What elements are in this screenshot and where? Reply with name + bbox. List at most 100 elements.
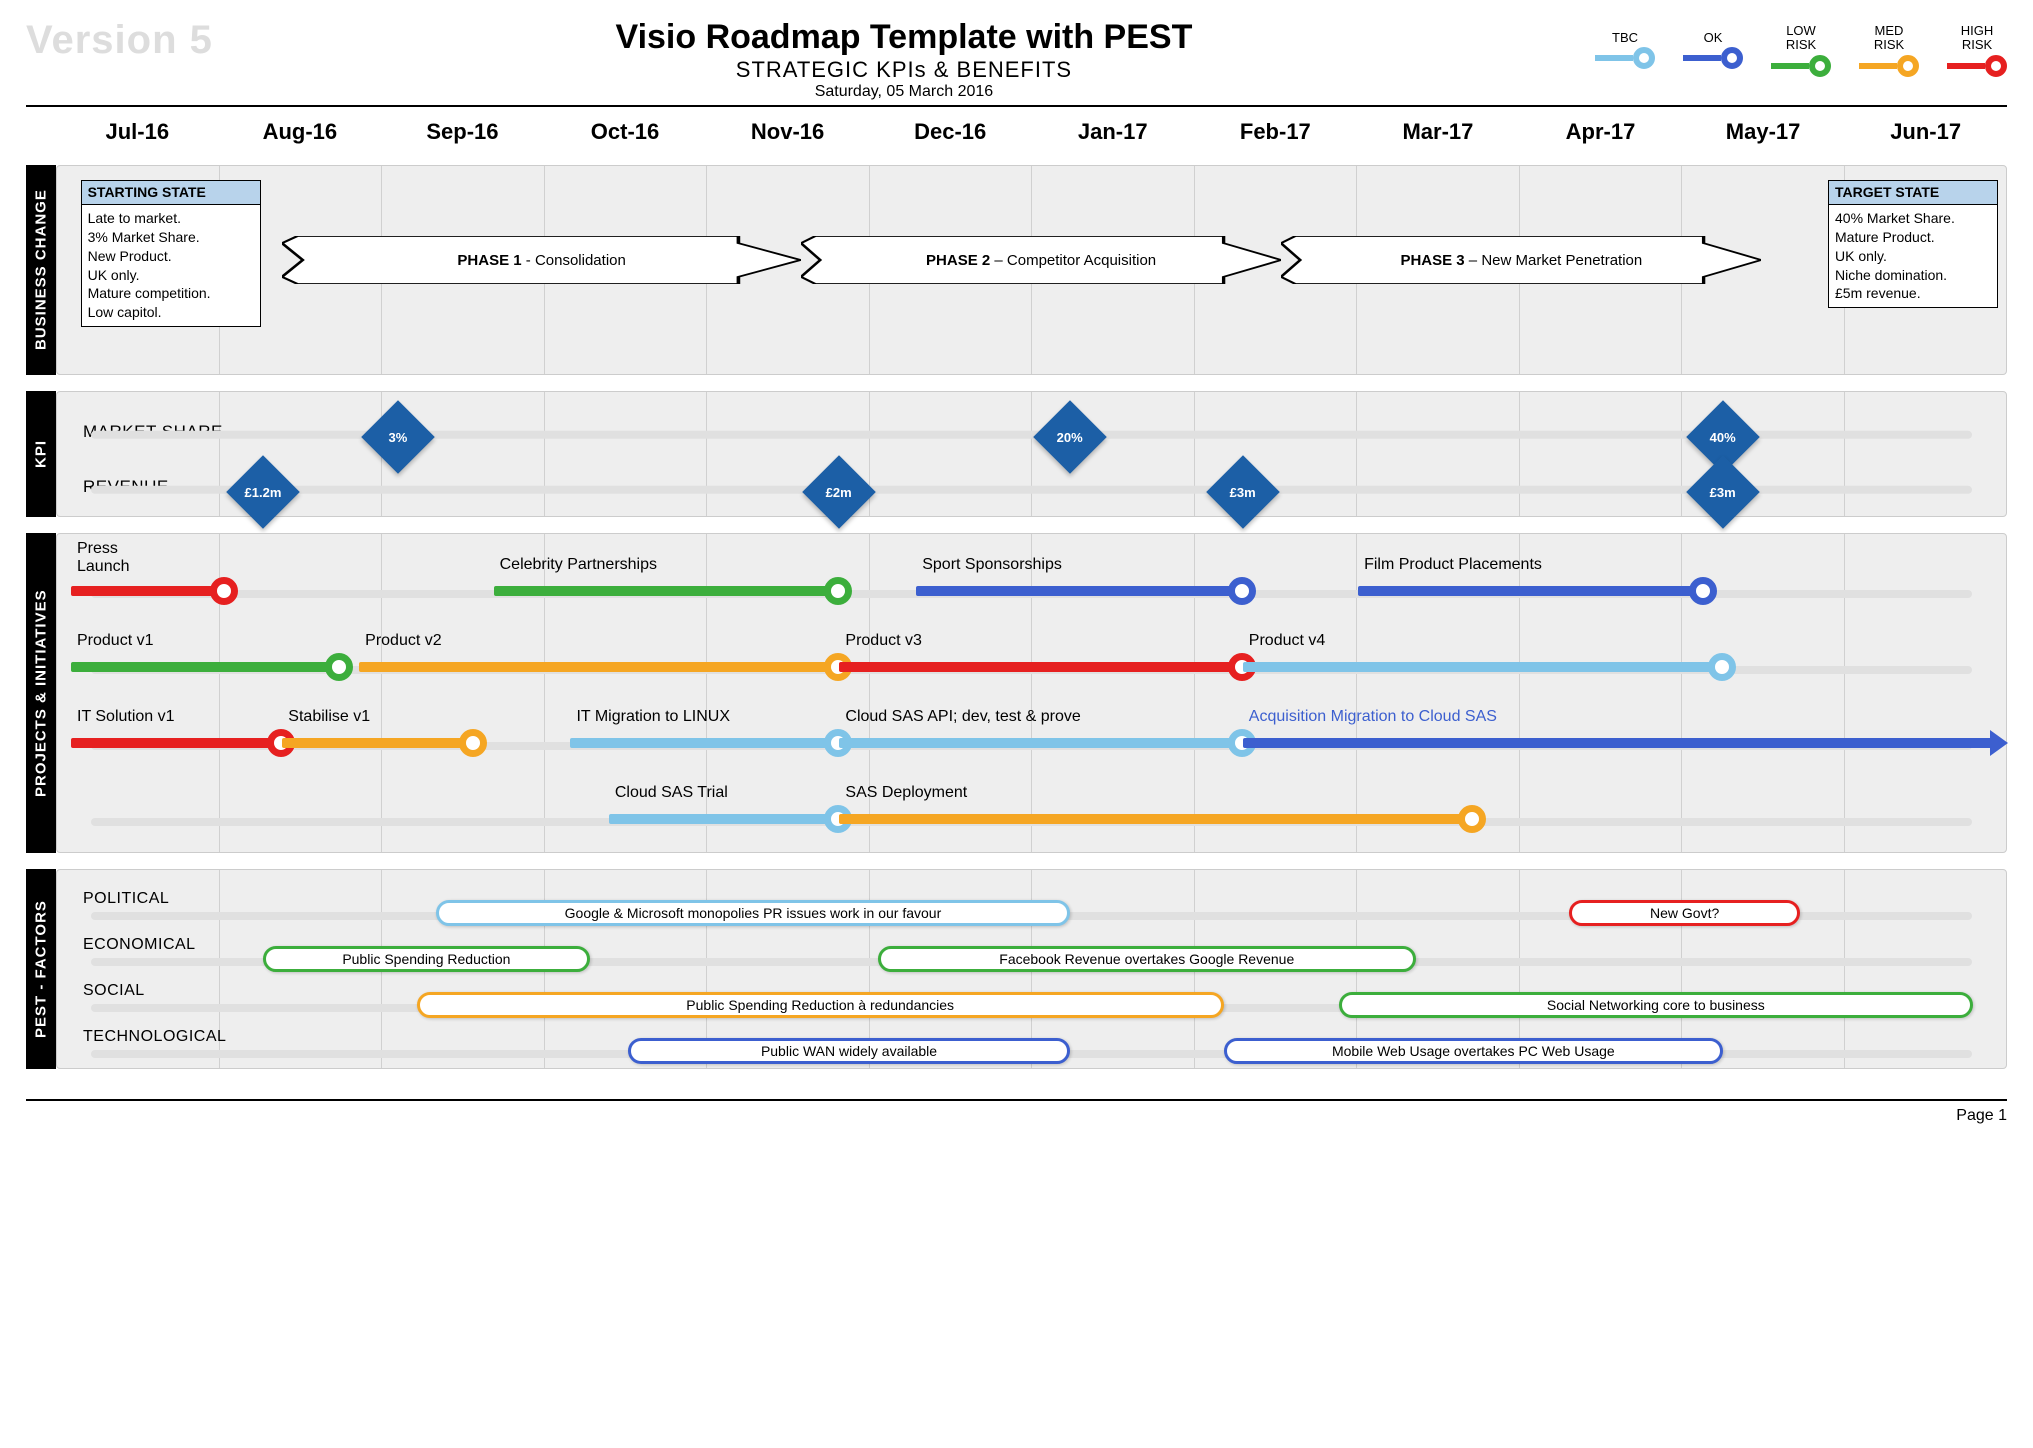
- swimlane-kpi: KPI: [26, 391, 56, 517]
- kpi-row: MARKET SHARE3%20%40%: [71, 408, 1992, 456]
- lane-projects: PressLaunchCelebrity PartnershipsSport S…: [56, 533, 2007, 853]
- version-label: Version 5: [26, 18, 213, 63]
- pest-pill: Public Spending Reduction: [263, 946, 590, 972]
- target-state-body: 40% Market Share.Mature Product.UK only.…: [1829, 205, 1997, 307]
- target-state-box: TARGET STATE40% Market Share.Mature Prod…: [1828, 180, 1998, 308]
- project-segment: Film Product Placements: [1358, 586, 1704, 596]
- pest-row: TECHNOLOGICAL Public WAN widely available…: [71, 1024, 1992, 1062]
- grid: STARTING STATELate to market.3% Market S…: [56, 165, 2007, 1069]
- project-segment: IT Solution v1: [71, 738, 282, 748]
- project-segment: Cloud SAS API; dev, test & prove: [839, 738, 1242, 748]
- legend-lollipop: [1595, 47, 1655, 69]
- project-label: Product v2: [365, 632, 441, 650]
- project-cap: [210, 577, 238, 605]
- project-row: Cloud SAS TrialSAS Deployment: [71, 778, 1992, 844]
- project-segment: Cloud SAS Trial: [609, 814, 840, 824]
- month-header: Sep-16: [381, 107, 544, 157]
- kpi-diamond: £3m: [1206, 455, 1280, 529]
- project-segment: Product v3: [839, 662, 1242, 672]
- project-label: Cloud SAS Trial: [615, 784, 728, 802]
- month-header: Oct-16: [544, 107, 707, 157]
- month-header: May-17: [1682, 107, 1845, 157]
- kpi-diamond: £1.2m: [226, 455, 300, 529]
- subtitle: STRATEGIC KPIs & BENEFITS: [213, 57, 1595, 83]
- pest-row: SOCIALPublic Spending Reduction à redund…: [71, 978, 1992, 1016]
- pest-label: TECHNOLOGICAL: [83, 1028, 226, 1046]
- footer: Page 1: [26, 1099, 2007, 1125]
- legend: TBC OK LOW RISK MED RISK HIGH RISK: [1595, 18, 2007, 77]
- project-segment: Stabilise v1: [282, 738, 474, 748]
- phase-arrow: PHASE 2 – Competitor Acquisition: [801, 236, 1281, 284]
- project-segment: PressLaunch: [71, 586, 225, 596]
- legend-lollipop: [1771, 55, 1831, 77]
- month-header: Nov-16: [706, 107, 869, 157]
- title-block: Visio Roadmap Template with PEST STRATEG…: [213, 18, 1595, 101]
- project-cap: [824, 577, 852, 605]
- project-label: Product v1: [77, 632, 153, 650]
- swimlane-projects: PROJECTS & INITIATIVES: [26, 533, 56, 853]
- month-header: Jul-16: [56, 107, 219, 157]
- project-segment: SAS Deployment: [839, 814, 1473, 824]
- timeline-months: Jul-16Aug-16Sep-16Oct-16Nov-16Dec-16Jan-…: [26, 107, 2007, 157]
- legend-label: HIGH RISK: [1961, 24, 1994, 53]
- project-cap: [1458, 805, 1486, 833]
- legend-label: MED RISK: [1874, 24, 1904, 53]
- pest-pill: Mobile Web Usage overtakes PC Web Usage: [1224, 1038, 1723, 1064]
- project-cap: [1708, 653, 1736, 681]
- project-label: Product v4: [1249, 632, 1325, 650]
- pest-label: SOCIAL: [83, 982, 145, 1000]
- pest-pill: Google & Microsoft monopolies PR issues …: [436, 900, 1070, 926]
- page-number: Page 1: [1956, 1107, 2007, 1124]
- project-label: Film Product Placements: [1364, 556, 1542, 574]
- pest-pill: New Govt?: [1569, 900, 1800, 926]
- pest-pill: Public WAN widely available: [628, 1038, 1070, 1064]
- phase-arrow: PHASE 1 - Consolidation: [282, 236, 801, 284]
- legend-label: LOW RISK: [1786, 24, 1816, 53]
- project-cap: [1689, 577, 1717, 605]
- lane-business: STARTING STATELate to market.3% Market S…: [56, 165, 2007, 375]
- project-label: Stabilise v1: [288, 708, 370, 726]
- legend-item: OK: [1683, 31, 1743, 69]
- main-title: Visio Roadmap Template with PEST: [213, 18, 1595, 57]
- pest-row: POLITICALGoogle & Microsoft monopolies P…: [71, 886, 1992, 924]
- legend-item: HIGH RISK: [1947, 24, 2007, 77]
- pest-row: ECONOMICAL Public Spending Reduction Faceb…: [71, 932, 1992, 970]
- kpi-row: REVENUE£1.2m£2m£3m£3m: [71, 463, 1992, 511]
- legend-lollipop: [1947, 55, 2007, 77]
- project-label: Sport Sponsorships: [922, 556, 1062, 574]
- project-label: Product v3: [845, 632, 921, 650]
- project-segment: IT Migration to LINUX: [570, 738, 839, 748]
- project-segment: Product v2: [359, 662, 839, 672]
- pest-label: ECONOMICAL: [83, 936, 196, 954]
- pest-pill: Facebook Revenue overtakes Google Revenu…: [878, 946, 1416, 972]
- kpi-diamond: £3m: [1686, 455, 1760, 529]
- legend-lollipop: [1859, 55, 1919, 77]
- month-header: Apr-17: [1519, 107, 1682, 157]
- phase-arrow: PHASE 3 – New Market Penetration: [1281, 236, 1761, 284]
- project-segment: Sport Sponsorships: [916, 586, 1243, 596]
- pest-pill: Social Networking core to business: [1339, 992, 1973, 1018]
- target-state-head: TARGET STATE: [1829, 181, 1997, 205]
- swimlane-labels: BUSINESS CHANGE KPI PROJECTS & INITIATIV…: [26, 165, 56, 1069]
- month-header: Jun-17: [1844, 107, 2007, 157]
- month-header: Jan-17: [1031, 107, 1194, 157]
- swimlane-pest: PEST - FACTORS: [26, 869, 56, 1069]
- date: Saturday, 05 March 2016: [213, 83, 1595, 101]
- project-cap: [325, 653, 353, 681]
- month-header: Dec-16: [869, 107, 1032, 157]
- starting-state-head: STARTING STATE: [82, 181, 260, 205]
- starting-state-body: Late to market.3% Market Share.New Produ…: [82, 205, 260, 326]
- lane-kpi: MARKET SHARE3%20%40% REVENUE£1.2m£2m£3m£3…: [56, 391, 2007, 517]
- month-header: Aug-16: [219, 107, 382, 157]
- project-cap: [1228, 577, 1256, 605]
- project-label: Acquisition Migration to Cloud SAS: [1249, 708, 1497, 726]
- project-label: SAS Deployment: [845, 784, 967, 802]
- legend-label: TBC: [1612, 31, 1638, 45]
- swimlane-business: BUSINESS CHANGE: [26, 165, 56, 375]
- legend-lollipop: [1683, 47, 1743, 69]
- project-row: IT Solution v1Stabilise v1IT Migration t…: [71, 702, 1992, 768]
- legend-label: OK: [1704, 31, 1723, 45]
- month-header: Mar-17: [1357, 107, 1520, 157]
- project-label: Cloud SAS API; dev, test & prove: [845, 708, 1080, 726]
- content: BUSINESS CHANGE KPI PROJECTS & INITIATIV…: [26, 165, 2007, 1069]
